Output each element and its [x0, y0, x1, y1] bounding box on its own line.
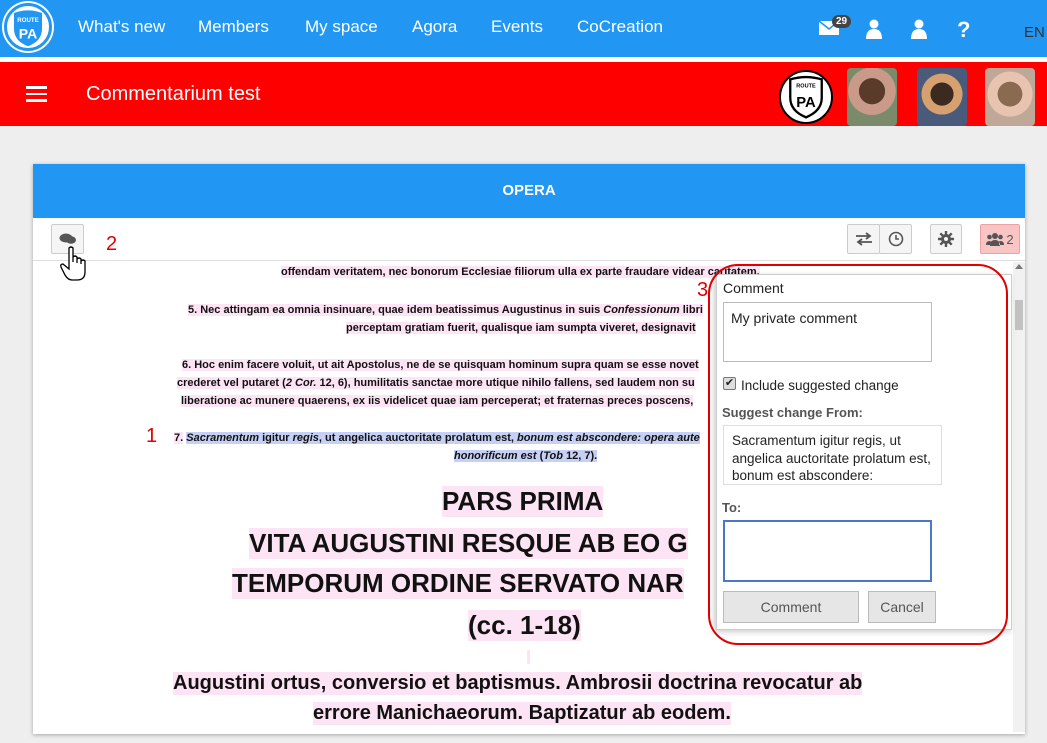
svg-text:ROUTE: ROUTE [796, 84, 816, 90]
paragraph-line: crederet vel putaret (2 Cor. 12, 6), hum… [177, 377, 695, 389]
text-run: 12, 6), humilitatis sanctae more utique … [319, 377, 695, 389]
text-run: 7. [174, 432, 184, 444]
text-run: 12, 7). [563, 450, 598, 462]
text-run: Tob [543, 450, 563, 462]
route-to-pa-logo[interactable]: ROUTE PA [4, 3, 52, 51]
empty-paragraph [527, 650, 530, 664]
hamburger-icon[interactable] [26, 86, 47, 102]
text-run: Confessionum [603, 304, 680, 316]
paragraph-line: 6. Hoc enim facere voluit, ut ait Aposto… [182, 359, 699, 371]
comments-icon [59, 233, 76, 244]
paragraph-line: liberatione ac munere quaerens, ex iis v… [181, 395, 694, 407]
users-icon [986, 233, 1005, 246]
document-scrollbar[interactable] [1013, 262, 1025, 732]
text-run: crederet vel putaret ( [177, 377, 286, 389]
help-icon[interactable]: ? [957, 17, 970, 43]
svg-text:ROUTE: ROUTE [17, 17, 38, 24]
paragraph-line: 5. Nec attingam ea omnia insinuare, quae… [188, 304, 703, 316]
clock-icon [888, 231, 903, 247]
subheading-line: Augustini ortus, conversio et baptismus.… [173, 672, 863, 695]
avatar[interactable] [847, 68, 897, 126]
mail-count-badge: 29 [832, 15, 852, 28]
language-selector[interactable]: EN [1024, 24, 1045, 41]
section-heading: (cc. 1-18) [468, 610, 581, 641]
text-run: honorificum est [454, 450, 537, 462]
selected-text-line[interactable]: honorificum est (Tob 12, 7). [454, 450, 598, 462]
route-shield-icon: ROUTE PA [789, 75, 823, 119]
swap-button[interactable] [847, 224, 880, 254]
text-run: libri [682, 304, 703, 316]
svg-text:PA: PA [796, 95, 816, 111]
text-run: bonum est abscondere: opera aute [516, 432, 700, 444]
text-run: 5. Nec attingam ea omnia insinuare, quae… [188, 304, 601, 316]
avatar[interactable] [985, 68, 1035, 126]
nav-cocreation[interactable]: CoCreation [577, 17, 663, 37]
selected-text[interactable]: Sacramentum igitur regis, ut angelica au… [186, 432, 700, 444]
nav-whats-new[interactable]: What's new [78, 17, 165, 37]
section-heading: PARS PRIMA [442, 486, 604, 517]
scrollbar-thumb[interactable] [1015, 300, 1023, 330]
nav-my-space[interactable]: My space [305, 17, 378, 37]
nav-agora[interactable]: Agora [412, 17, 457, 37]
section-heading: TEMPORUM ORDINE SERVATO NAR [232, 568, 684, 599]
users-button[interactable]: 2 [980, 224, 1020, 254]
text-run: , ut angelica auctoritate prolatum est, [318, 432, 517, 444]
profile-icon[interactable] [911, 19, 927, 45]
nav-events[interactable]: Events [491, 17, 543, 37]
settings-button[interactable] [930, 224, 962, 254]
users-count: 2 [1006, 231, 1014, 247]
route-shield-icon: ROUTE PA [14, 10, 42, 47]
user-icon[interactable] [866, 19, 882, 45]
history-button[interactable] [879, 224, 912, 254]
hand-cursor-icon [60, 246, 88, 287]
nav-members[interactable]: Members [198, 17, 269, 37]
text-run: Sacramentum [186, 432, 260, 444]
scroll-up-arrow-icon[interactable] [1015, 264, 1023, 269]
text-run: igitur [259, 432, 293, 444]
page-title: Commentarium test [86, 83, 261, 105]
annotation-marker-3: 3 [697, 279, 709, 301]
swap-icon [855, 232, 872, 246]
paragraph-line: perceptam gratiam fuerit, qualisque iam … [346, 322, 696, 334]
annotation-marker-1: 1 [146, 425, 158, 447]
annotation-highlight-ring [708, 264, 1008, 645]
avatar[interactable] [917, 68, 967, 126]
project-logo: ROUTE PA [779, 70, 833, 124]
toolbar-divider [33, 260, 1025, 261]
annotation-marker-2: 2 [106, 233, 118, 255]
gear-icon [938, 231, 954, 247]
document-title: OPERA [33, 164, 1025, 218]
subheading-line: errore Manichaeorum. Baptizatur ab eodem… [313, 702, 731, 725]
text-run: 2 Cor. [285, 377, 317, 389]
section-heading: VITA AUGUSTINI RESQUE AB EO G [249, 528, 688, 559]
svg-text:PA: PA [19, 25, 37, 41]
selected-text-line[interactable]: 7. Sacramentum igitur regis, ut angelica… [174, 432, 700, 444]
paragraph-line: offendam veritatem, nec bonorum Ecclesia… [281, 266, 760, 278]
text-run: regis [292, 432, 319, 444]
